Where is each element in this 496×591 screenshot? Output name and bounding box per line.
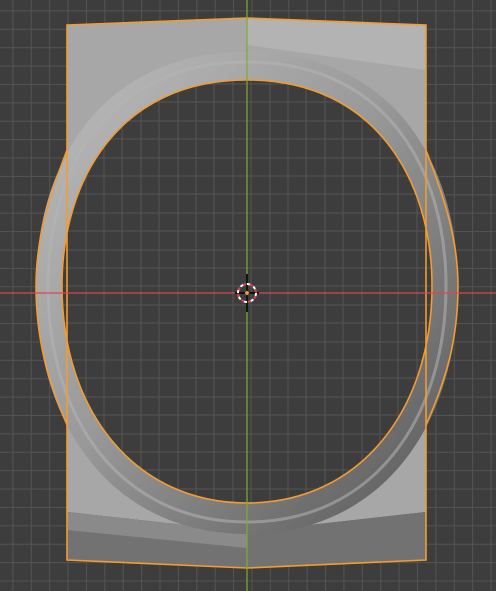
3d-viewport[interactable] — [0, 0, 496, 591]
object-origin-dot-icon — [244, 290, 250, 296]
viewport-scene[interactable] — [0, 0, 496, 591]
